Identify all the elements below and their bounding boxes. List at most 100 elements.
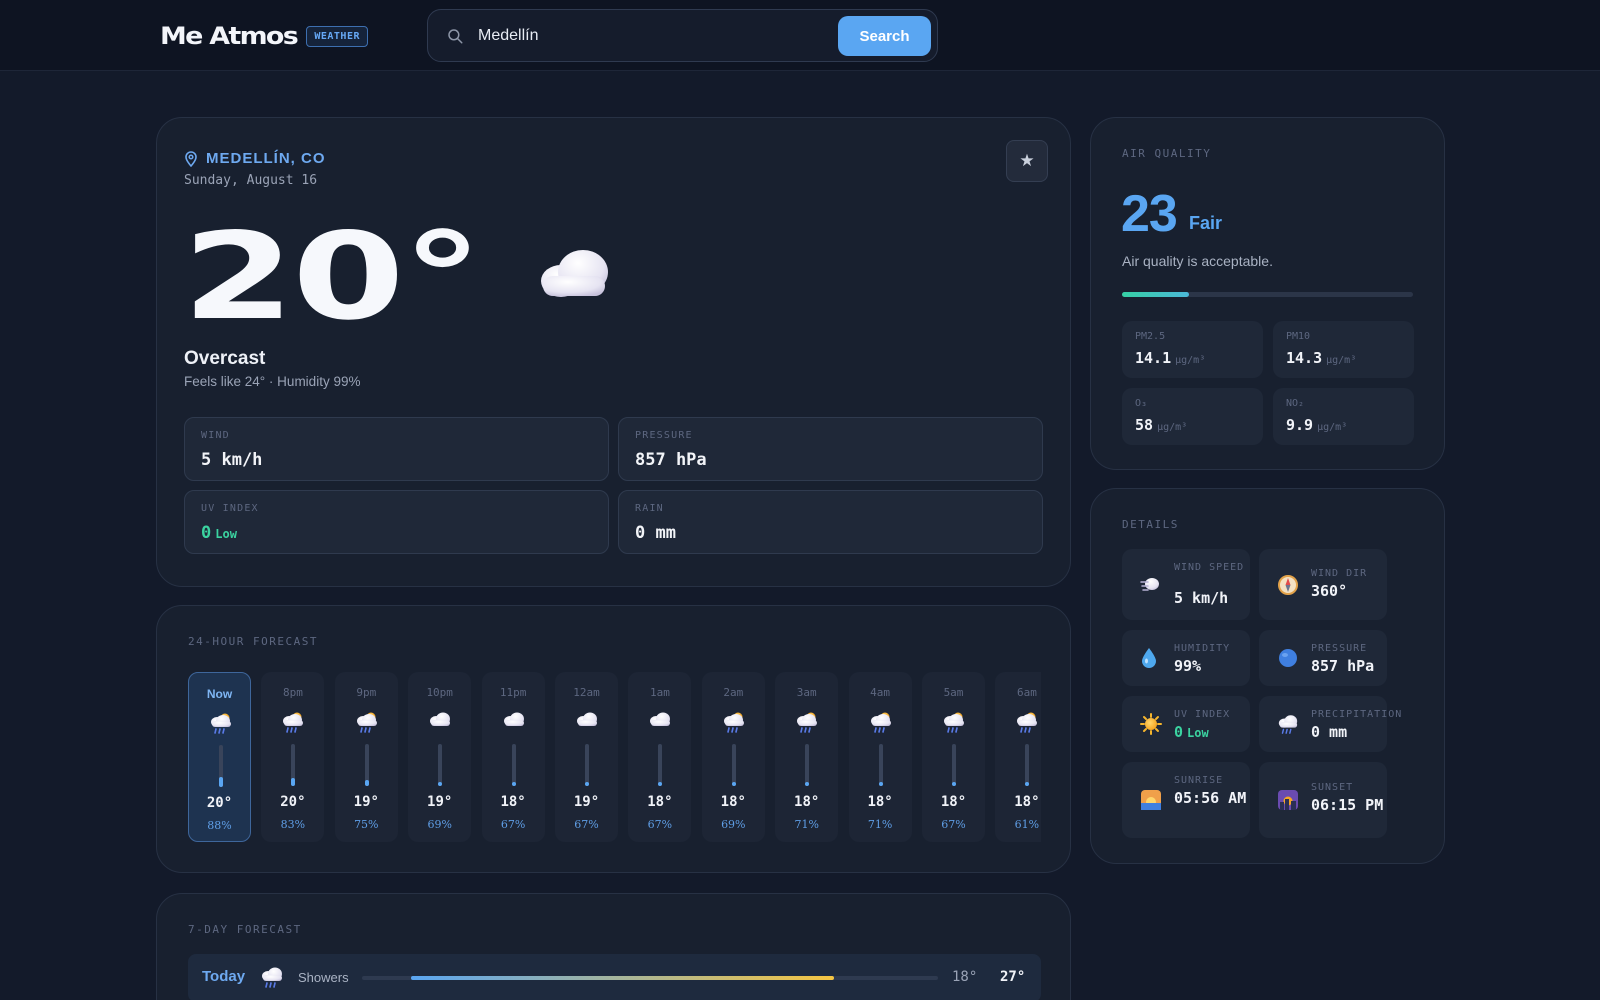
temperature-range-track <box>362 976 938 980</box>
hour-temp: 18° <box>720 794 746 810</box>
hour-item[interactable]: 6am 18° 61% <box>995 672 1041 842</box>
hour-temp: 19° <box>427 794 453 810</box>
cloud-icon <box>541 250 608 297</box>
stat-value: 5 km/h <box>201 450 263 470</box>
hour-humidity: 69% <box>427 818 452 831</box>
rain-cloud-sun-icon <box>869 710 893 739</box>
hour-temp: 19° <box>353 794 379 810</box>
pollutant-o3: O₃ 58 µg/m³ <box>1122 388 1263 445</box>
detail-value: 06:15 PM <box>1311 796 1384 814</box>
hour-item[interactable]: 2am 18° 69% <box>701 672 765 842</box>
hour-item[interactable]: 8pm 20° 83% <box>261 672 325 842</box>
detail-precipitation: PRECIPITATION 0 mm <box>1259 696 1401 752</box>
stat-value: 857 hPa <box>635 450 707 470</box>
rain-cloud-sun-icon <box>209 711 233 740</box>
hour-item[interactable]: 1am 18° 67% <box>628 672 692 842</box>
hour-humidity: 67% <box>574 818 599 831</box>
stat-value: 0 Low <box>201 523 237 543</box>
precip-bar-fill <box>1025 781 1030 786</box>
details-card: DETAILS WIND SPEED 5 km/h WIND DIR 360° … <box>1090 488 1445 864</box>
temperature-range-bar <box>410 976 835 980</box>
hourly-list[interactable]: Now 20° 88% 8pm 20° 83% 9pm 19° 75% 10pm 19° 69% 11p… <box>188 666 1041 846</box>
hour-temp: 18° <box>867 794 893 810</box>
search-icon <box>448 29 463 44</box>
brand[interactable]: Me Atmos WEATHER <box>160 22 368 50</box>
section-label: 24-HOUR FORECAST <box>188 635 318 648</box>
detail-value: 360° <box>1311 582 1348 600</box>
hour-item[interactable]: 9pm 19° 75% <box>334 672 398 842</box>
hour-time: 10pm <box>426 686 453 699</box>
hourly-forecast-card: 24-HOUR FORECAST Now 20° 88% 8pm 20° 83% 9pm 19… <box>156 605 1071 873</box>
hour-item[interactable]: 11pm 18° 67% <box>481 672 545 842</box>
rain-cloud-sun-icon <box>942 710 966 739</box>
precip-bar-fill <box>878 781 883 786</box>
uv-value: 0 <box>201 523 212 543</box>
hour-item[interactable]: 4am 18° 71% <box>848 672 912 842</box>
daily-forecast-card: 7-DAY FORECAST Today Showers 18° 27° <box>156 893 1071 1000</box>
detail-uv-index: UV INDEX 0 Low <box>1122 696 1250 752</box>
cloud-icon <box>575 710 599 735</box>
hour-temp: 18° <box>940 794 967 810</box>
pollutant-value: 9.9 µg/m³ <box>1286 416 1348 434</box>
stat-wind: WIND 5 km/h <box>184 417 609 481</box>
precip-bar-fill <box>952 781 956 786</box>
search-bar: Search <box>427 9 938 62</box>
current-weather-card: MEDELLÍN, CO Sunday, August 16 ★ 20° Ove… <box>156 117 1071 587</box>
precip-bar-fill <box>364 779 369 786</box>
hour-humidity: 67% <box>500 818 526 831</box>
section-label: AIR QUALITY <box>1122 147 1212 160</box>
precip-bar-track <box>878 744 883 786</box>
day-low: 18° <box>952 969 978 985</box>
detail-label: WIND SPEED <box>1174 562 1245 573</box>
hour-temp: 19° <box>573 794 600 810</box>
sunrise-icon <box>1141 790 1161 810</box>
precip-bar-fill <box>585 781 589 786</box>
location-name: MEDELLÍN, CO <box>206 150 326 167</box>
aqi-meter-fill <box>1122 292 1189 297</box>
stat-value: 0 mm <box>635 523 676 543</box>
hour-temp: 18° <box>1014 794 1040 810</box>
detail-value: 5 km/h <box>1174 589 1229 607</box>
precip-bar-fill <box>438 781 443 786</box>
detail-humidity: HUMIDITY 99% <box>1122 630 1250 686</box>
pollutant-value: 58 µg/m³ <box>1135 416 1188 434</box>
rain-cloud-sun-icon <box>795 710 819 739</box>
aqi-value: 23 <box>1121 185 1178 243</box>
hour-item[interactable]: 10pm 19° 69% <box>408 672 472 842</box>
hour-humidity: 83% <box>280 818 306 831</box>
aqi-meter <box>1122 292 1413 297</box>
aqi-description: Air quality is acceptable. <box>1122 253 1273 269</box>
hour-temp: 18° <box>647 794 673 810</box>
hour-humidity: 69% <box>721 818 746 831</box>
hour-item[interactable]: 3am 18° 71% <box>775 672 839 842</box>
stat-label: WIND <box>201 430 230 441</box>
detail-sunset: SUNSET 06:15 PM <box>1259 762 1387 838</box>
uv-level: Low <box>215 527 237 541</box>
hour-time: 1am <box>649 686 670 699</box>
section-label: 7-DAY FORECAST <box>188 923 302 936</box>
hour-temp: 18° <box>794 794 820 810</box>
favorite-button[interactable]: ★ <box>1006 140 1048 182</box>
hour-item[interactable]: Now 20° 88% <box>188 672 251 842</box>
search-button[interactable]: Search <box>838 16 931 56</box>
day-row[interactable]: Today Showers 18° 27° <box>188 954 1041 1000</box>
search-input[interactable] <box>478 22 808 50</box>
pollutant-name: O₃ <box>1135 398 1148 409</box>
detail-value: 857 hPa <box>1311 657 1375 675</box>
precip-bar-fill <box>511 781 516 786</box>
stat-uv-index: UV INDEX 0 Low <box>184 490 609 554</box>
pollutant-value: 14.3 µg/m³ <box>1286 349 1357 367</box>
feels-like: Feels like 24° · Humidity 99% <box>184 374 361 389</box>
hour-humidity: 71% <box>794 818 819 831</box>
precip-bar-track <box>731 744 736 786</box>
detail-label: SUNSET <box>1311 782 1354 793</box>
detail-value: 99% <box>1174 657 1202 675</box>
hour-item[interactable]: 12am 19° 67% <box>555 672 618 842</box>
detail-label: WIND DIR <box>1311 568 1368 579</box>
precip-bar-fill <box>805 781 810 786</box>
cloud-icon <box>502 710 526 735</box>
hour-item[interactable]: 5am 18° 67% <box>922 672 985 842</box>
current-date: Sunday, August 16 <box>184 173 318 188</box>
cloud-icon <box>428 710 452 735</box>
pollutant-pm10: PM10 14.3 µg/m³ <box>1273 321 1414 378</box>
